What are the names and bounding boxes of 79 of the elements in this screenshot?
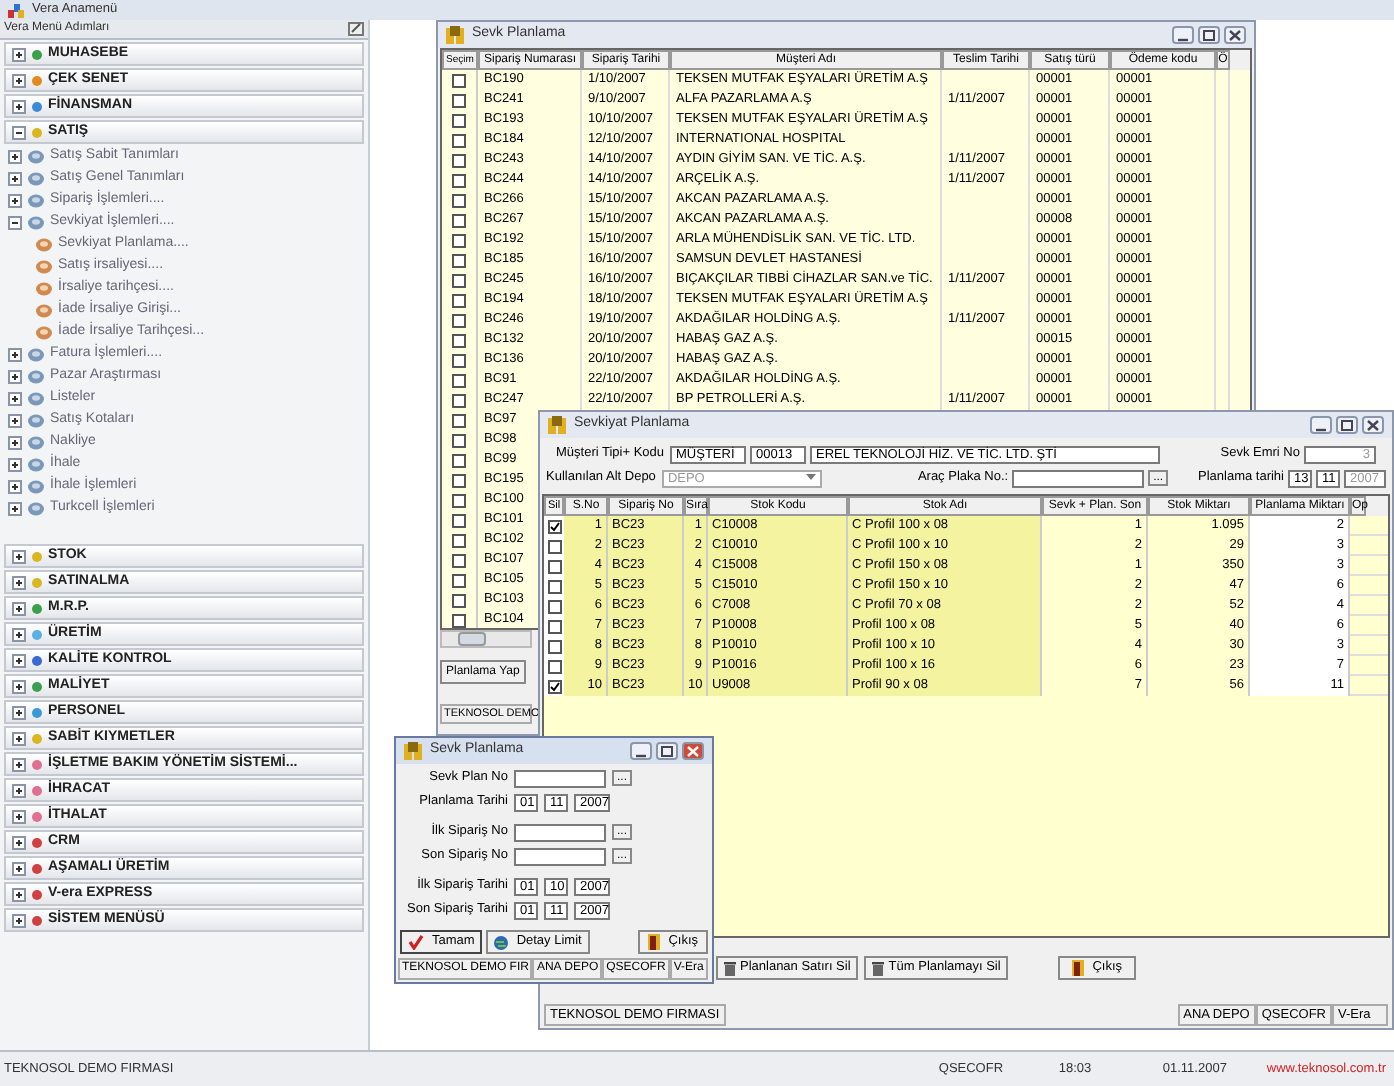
node-icon — [28, 172, 44, 186]
window-icon — [446, 26, 464, 44]
node-icon — [28, 458, 44, 472]
maximize-icon[interactable] — [1336, 416, 1358, 434]
checkbox[interactable] — [452, 353, 466, 367]
node-icon — [36, 304, 52, 318]
node-icon — [36, 238, 52, 252]
checkbox[interactable] — [452, 393, 466, 407]
checkbox[interactable] — [452, 93, 466, 107]
maximize-icon[interactable] — [656, 742, 678, 760]
checkbox[interactable] — [452, 213, 466, 227]
input-field[interactable] — [514, 823, 606, 841]
checkbox[interactable] — [452, 193, 466, 207]
input-field[interactable] — [514, 769, 606, 787]
window-icon — [404, 742, 422, 760]
checkbox[interactable] — [452, 113, 466, 127]
checkbox[interactable] — [452, 453, 466, 467]
checkbox[interactable] — [452, 373, 466, 387]
node-icon — [36, 326, 52, 340]
checkbox[interactable] — [452, 593, 466, 607]
checkbox[interactable] — [547, 619, 561, 633]
close-icon[interactable] — [1362, 416, 1384, 434]
node-icon — [28, 194, 44, 208]
checkbox[interactable] — [547, 579, 561, 593]
checkbox[interactable] — [452, 553, 466, 567]
checkbox[interactable] — [452, 333, 466, 347]
scrollbar-thumb[interactable] — [458, 632, 486, 646]
checked-checkbox[interactable] — [547, 679, 561, 693]
checkbox[interactable] — [547, 639, 561, 653]
checked-checkbox[interactable] — [547, 519, 561, 533]
checkbox[interactable] — [452, 433, 466, 447]
door-icon — [1072, 960, 1085, 976]
globe-icon — [494, 935, 509, 949]
checkbox[interactable] — [452, 73, 466, 87]
checkmark-icon — [408, 934, 424, 950]
app-icon — [8, 3, 24, 17]
node-icon — [28, 150, 44, 164]
minimize-icon[interactable] — [630, 742, 652, 760]
checkbox[interactable] — [452, 493, 466, 507]
node-icon — [36, 260, 52, 274]
checkbox[interactable] — [452, 173, 466, 187]
checkbox[interactable] — [547, 559, 561, 573]
checkbox[interactable] — [452, 513, 466, 527]
checkbox[interactable] — [452, 313, 466, 327]
node-icon — [28, 348, 44, 362]
checkbox[interactable] — [547, 659, 561, 673]
door-icon — [648, 934, 661, 950]
checkbox[interactable] — [452, 293, 466, 307]
checkbox[interactable] — [452, 133, 466, 147]
trash-icon — [872, 961, 885, 975]
checkbox[interactable] — [452, 253, 466, 267]
input-field[interactable] — [1012, 469, 1145, 487]
node-icon — [36, 282, 52, 296]
node-icon — [28, 392, 44, 406]
input-field[interactable] — [514, 847, 606, 865]
node-icon — [28, 436, 44, 450]
checkbox[interactable] — [547, 539, 561, 553]
node-icon — [28, 370, 44, 384]
caret-icon — [805, 474, 816, 482]
trash-icon — [724, 961, 736, 975]
checkbox[interactable] — [452, 473, 466, 487]
window-icon — [548, 416, 566, 434]
checkbox[interactable] — [452, 153, 466, 167]
checkbox[interactable] — [547, 599, 561, 613]
close-icon[interactable] — [1224, 26, 1246, 44]
node-icon — [28, 480, 44, 494]
node-icon — [28, 414, 44, 428]
minimize-icon[interactable] — [1310, 416, 1332, 434]
minimize-icon[interactable] — [1172, 26, 1194, 44]
node-icon — [28, 502, 44, 516]
checkbox[interactable] — [452, 533, 466, 547]
checkbox[interactable] — [452, 273, 466, 287]
maximize-icon[interactable] — [1198, 26, 1220, 44]
checkbox[interactable] — [452, 613, 466, 627]
checkbox[interactable] — [452, 233, 466, 247]
node-icon — [28, 216, 44, 230]
close-icon[interactable] — [682, 742, 704, 760]
checkbox[interactable] — [452, 413, 466, 427]
checkbox[interactable] — [452, 573, 466, 587]
